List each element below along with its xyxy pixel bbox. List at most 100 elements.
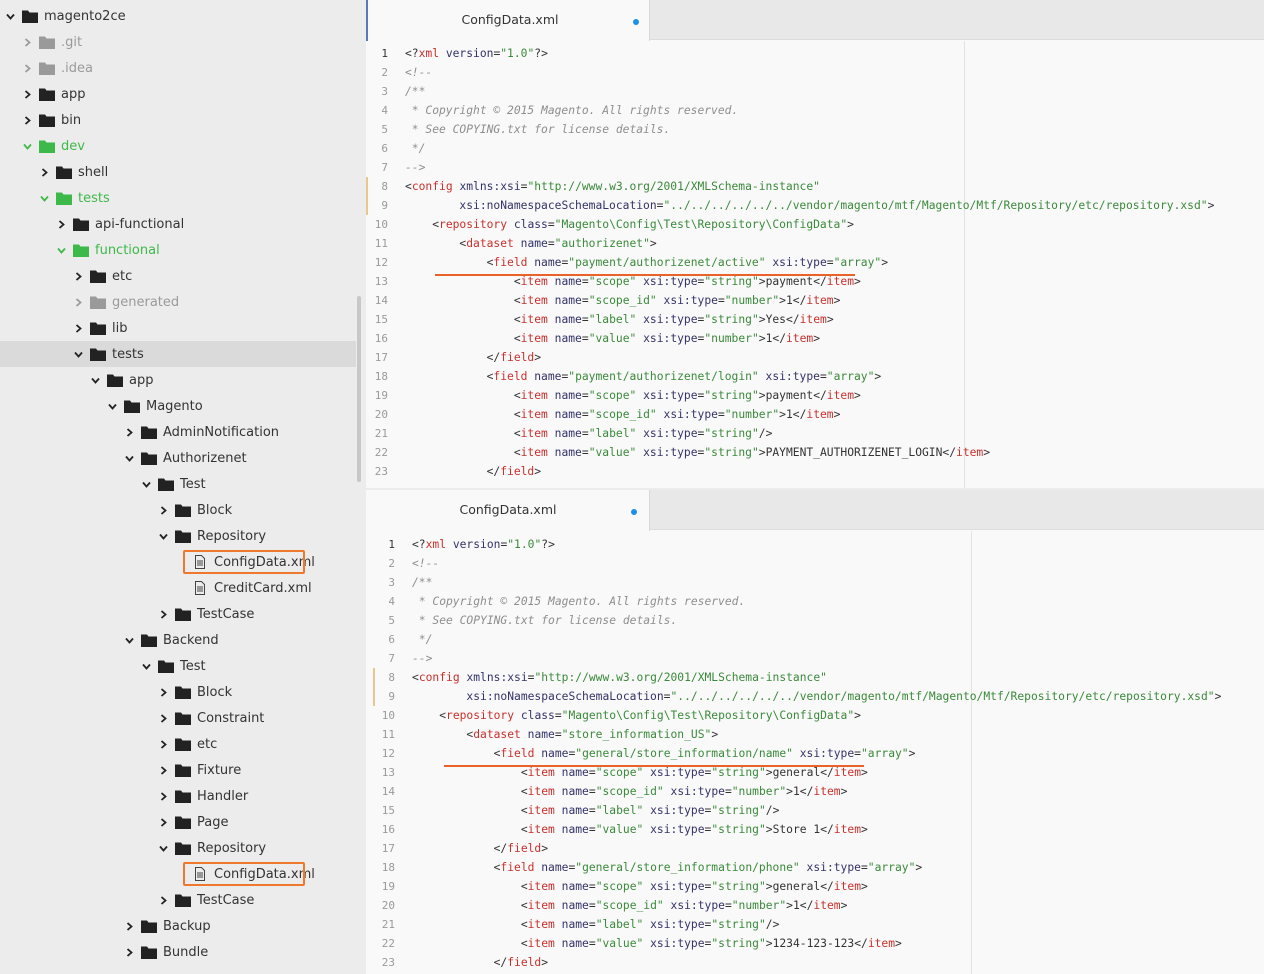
tree-folder-item[interactable]: Backend: [0, 627, 356, 653]
chevron-right-icon[interactable]: [125, 921, 134, 931]
line-number: 12: [381, 747, 395, 760]
chevron-right-icon[interactable]: [159, 817, 168, 827]
chevron-right-icon[interactable]: [74, 297, 83, 307]
tree-item-label: bin: [61, 112, 82, 128]
folder-icon: [175, 529, 191, 543]
tree-scrollbar[interactable]: [357, 296, 361, 482]
tree-folder-item[interactable]: AdminNotification: [0, 419, 356, 445]
chevron-down-icon[interactable]: [142, 480, 151, 489]
chevron-right-icon[interactable]: [159, 895, 168, 905]
tree-folder-item[interactable]: .git: [0, 29, 356, 55]
tree-item-label: Page: [197, 814, 229, 830]
code-token: =: [547, 218, 555, 231]
tree-folder-item[interactable]: tests: [0, 185, 356, 211]
tree-folder-item[interactable]: etc: [0, 731, 356, 757]
tree-folder-item[interactable]: Fixture: [0, 757, 356, 783]
chevron-right-icon[interactable]: [159, 609, 168, 619]
code-token: >: [534, 465, 542, 478]
chevron-down-icon[interactable]: [159, 844, 168, 853]
chevron-right-icon[interactable]: [159, 713, 168, 723]
tree-folder-item[interactable]: app: [0, 367, 356, 393]
tree-folder-item[interactable]: app: [0, 81, 356, 107]
code-editor[interactable]: 1 <?xml version="1.0"?> 2 <!-- 3/** 4 * Copyr…: [366, 41, 1264, 488]
tree-folder-item[interactable]: Page: [0, 809, 356, 835]
chevron-right-icon[interactable]: [23, 89, 32, 99]
tree-item-label: Repository: [197, 528, 267, 544]
code-token: field: [507, 842, 542, 855]
tree-folder-item[interactable]: Backup: [0, 913, 356, 939]
tree-folder-item[interactable]: shell: [0, 159, 356, 185]
code-token: xsi:type: [670, 899, 725, 912]
chevron-down-icon[interactable]: [91, 376, 100, 385]
tree-folder-item[interactable]: magento2ce: [0, 3, 356, 29]
chevron-down-icon[interactable]: [108, 402, 117, 411]
chevron-down-icon[interactable]: [6, 12, 15, 21]
editor-pane-top: ConfigData.xml 1 <?xml version="1.0"?> 2 <!…: [366, 0, 1264, 488]
chevron-right-icon[interactable]: [74, 323, 83, 333]
chevron-down-icon[interactable]: [74, 350, 83, 359]
chevron-right-icon[interactable]: [159, 765, 168, 775]
chevron-right-icon[interactable]: [159, 791, 168, 801]
code-editor[interactable]: 1 <?xml version="1.0"?> 2 <!-- 3/** 4 * Copyr…: [366, 531, 1264, 974]
tab-configdata-xml[interactable]: ConfigData.xml: [366, 490, 650, 531]
code-token: </: [799, 899, 814, 912]
tree-folder-item[interactable]: Repository: [0, 835, 356, 861]
tree-folder-item[interactable]: bin: [0, 107, 356, 133]
folder-icon: [141, 945, 157, 959]
tree-folder-item[interactable]: tests: [0, 341, 356, 367]
chevron-down-icon[interactable]: [159, 532, 168, 541]
chevron-down-icon[interactable]: [40, 194, 49, 203]
chevron-right-icon[interactable]: [159, 739, 168, 749]
tree-folder-item[interactable]: Test: [0, 471, 356, 497]
tree-folder-item[interactable]: Magento: [0, 393, 356, 419]
code-token: item: [806, 408, 834, 421]
chevron-right-icon[interactable]: [125, 427, 134, 437]
tree-folder-item[interactable]: Handler: [0, 783, 356, 809]
chevron-right-icon[interactable]: [159, 505, 168, 515]
tree-folder-item[interactable]: lib: [0, 315, 356, 341]
chevron-down-icon[interactable]: [57, 246, 66, 255]
chevron-right-icon[interactable]: [74, 271, 83, 281]
tree-folder-item[interactable]: .idea: [0, 55, 356, 81]
chevron-right-icon[interactable]: [125, 947, 134, 957]
tree-folder-item[interactable]: Block: [0, 497, 356, 523]
code-token: xsi:noNamespaceSchemaLocation: [466, 690, 664, 703]
chevron-right-icon[interactable]: [159, 687, 168, 697]
tree-folder-item[interactable]: Authorizenet: [0, 445, 356, 471]
chevron-right-icon[interactable]: [23, 63, 32, 73]
tree-file-item[interactable]: ConfigData.xml: [0, 549, 356, 575]
tree-folder-item[interactable]: dev: [0, 133, 356, 159]
code-token: =: [717, 408, 725, 421]
chevron-right-icon[interactable]: [40, 167, 49, 177]
tree-folder-item[interactable]: Constraint: [0, 705, 356, 731]
tree-folder-item[interactable]: etc: [0, 263, 356, 289]
tree-folder-item[interactable]: Test: [0, 653, 356, 679]
chevron-right-icon[interactable]: [23, 37, 32, 47]
chevron-down-icon[interactable]: [23, 142, 32, 151]
line-number: 2: [381, 66, 388, 79]
tree-folder-item[interactable]: Bundle: [0, 939, 356, 965]
chevron-right-icon[interactable]: [23, 115, 32, 125]
modified-indicator[interactable]: [633, 19, 639, 25]
modified-indicator[interactable]: [631, 509, 637, 515]
chevron-down-icon[interactable]: [125, 636, 134, 645]
code-token: </: [942, 446, 957, 459]
tree-folder-item[interactable]: generated: [0, 289, 356, 315]
tree-folder-item[interactable]: Block: [0, 679, 356, 705]
tree-file-item[interactable]: ConfigData.xml: [0, 861, 356, 887]
tree-file-item[interactable]: CreditCard.xml: [0, 575, 356, 601]
chevron-down-icon[interactable]: [142, 662, 151, 671]
chevron-down-icon[interactable]: [125, 454, 134, 463]
tree-folder-item[interactable]: functional: [0, 237, 356, 263]
code-text: </field>: [405, 348, 541, 367]
tree-folder-item[interactable]: TestCase: [0, 887, 356, 913]
tree-folder-item[interactable]: TestCase: [0, 601, 356, 627]
tree-folder-item[interactable]: Repository: [0, 523, 356, 549]
folder-icon: [158, 659, 174, 673]
tab-configdata-xml[interactable]: ConfigData.xml: [366, 0, 650, 41]
chevron-right-icon[interactable]: [57, 219, 66, 229]
tree-folder-item[interactable]: api-functional: [0, 211, 356, 237]
code-line: 1 <?xml version="1.0"?>: [366, 44, 1264, 63]
code-token: >: [786, 785, 793, 798]
